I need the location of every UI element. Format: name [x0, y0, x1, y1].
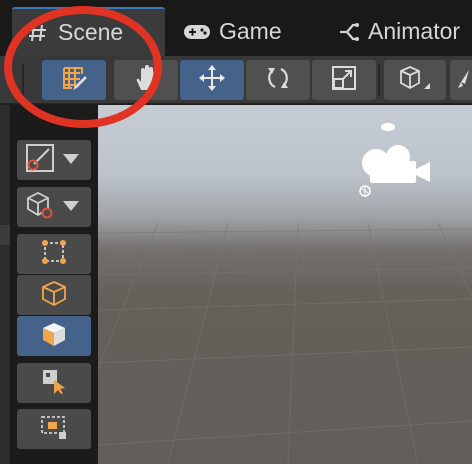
tab-scene[interactable]: Scene — [12, 7, 165, 56]
scene-tools-overlay — [10, 105, 98, 464]
cube-outline-icon — [40, 279, 68, 312]
select-cursor-icon — [40, 367, 68, 400]
left-panel-edge — [0, 105, 10, 464]
hash-icon — [28, 23, 48, 43]
chevron-down-icon — [63, 151, 79, 169]
scale-icon — [330, 64, 358, 97]
grid-snapping-tool-button[interactable] — [42, 60, 106, 100]
select-tool-button[interactable] — [17, 363, 91, 403]
grid-pencil-icon — [60, 64, 88, 97]
panel-edge-marker — [0, 225, 10, 245]
gamepad-icon — [183, 22, 211, 42]
hand-tool-button[interactable] — [114, 60, 178, 100]
move-arrows-icon — [197, 63, 227, 98]
chevron-down-icon — [63, 198, 79, 216]
toolbar-separator — [22, 64, 24, 96]
camera-gizmo-icon[interactable] — [356, 117, 436, 202]
tab-animator[interactable]: Animator — [338, 7, 460, 56]
scene-viewport[interactable] — [98, 105, 472, 464]
hand-icon — [133, 64, 159, 97]
more-tools-button[interactable] — [450, 60, 472, 100]
rect-transform-icon — [40, 238, 68, 271]
transform-all-tool-button[interactable] — [17, 316, 91, 356]
cube-filled-icon — [40, 320, 68, 353]
marquee-tool-button[interactable] — [17, 409, 91, 449]
editor-tab-strip: Scene Game Animator — [0, 0, 472, 56]
scale-tool-button[interactable] — [312, 60, 376, 100]
rotate-tool-button[interactable] — [246, 60, 310, 100]
animator-icon — [338, 21, 360, 43]
custom-tool-dropdown[interactable] — [17, 140, 91, 180]
marquee-select-icon — [39, 413, 69, 446]
draw-mode-dropdown-button[interactable] — [384, 60, 446, 100]
line-tool-icon — [25, 143, 55, 178]
brush-icon — [455, 64, 472, 97]
cube-wireframe-icon — [395, 63, 435, 98]
rotate-icon — [263, 63, 293, 98]
move-tool-button[interactable] — [180, 60, 244, 100]
tab-label-scene: Scene — [58, 19, 124, 45]
rect-tool-button[interactable] — [17, 234, 91, 274]
transform-tool-button[interactable] — [17, 275, 91, 315]
component-tool-dropdown[interactable] — [17, 187, 91, 227]
tab-label-game: Game — [219, 18, 282, 44]
cube-circle-icon — [25, 190, 55, 225]
tab-label-animator: Animator — [368, 18, 461, 44]
scene-toolbar — [0, 56, 472, 104]
tab-game[interactable]: Game — [183, 7, 282, 56]
toolbar-separator — [378, 64, 380, 96]
